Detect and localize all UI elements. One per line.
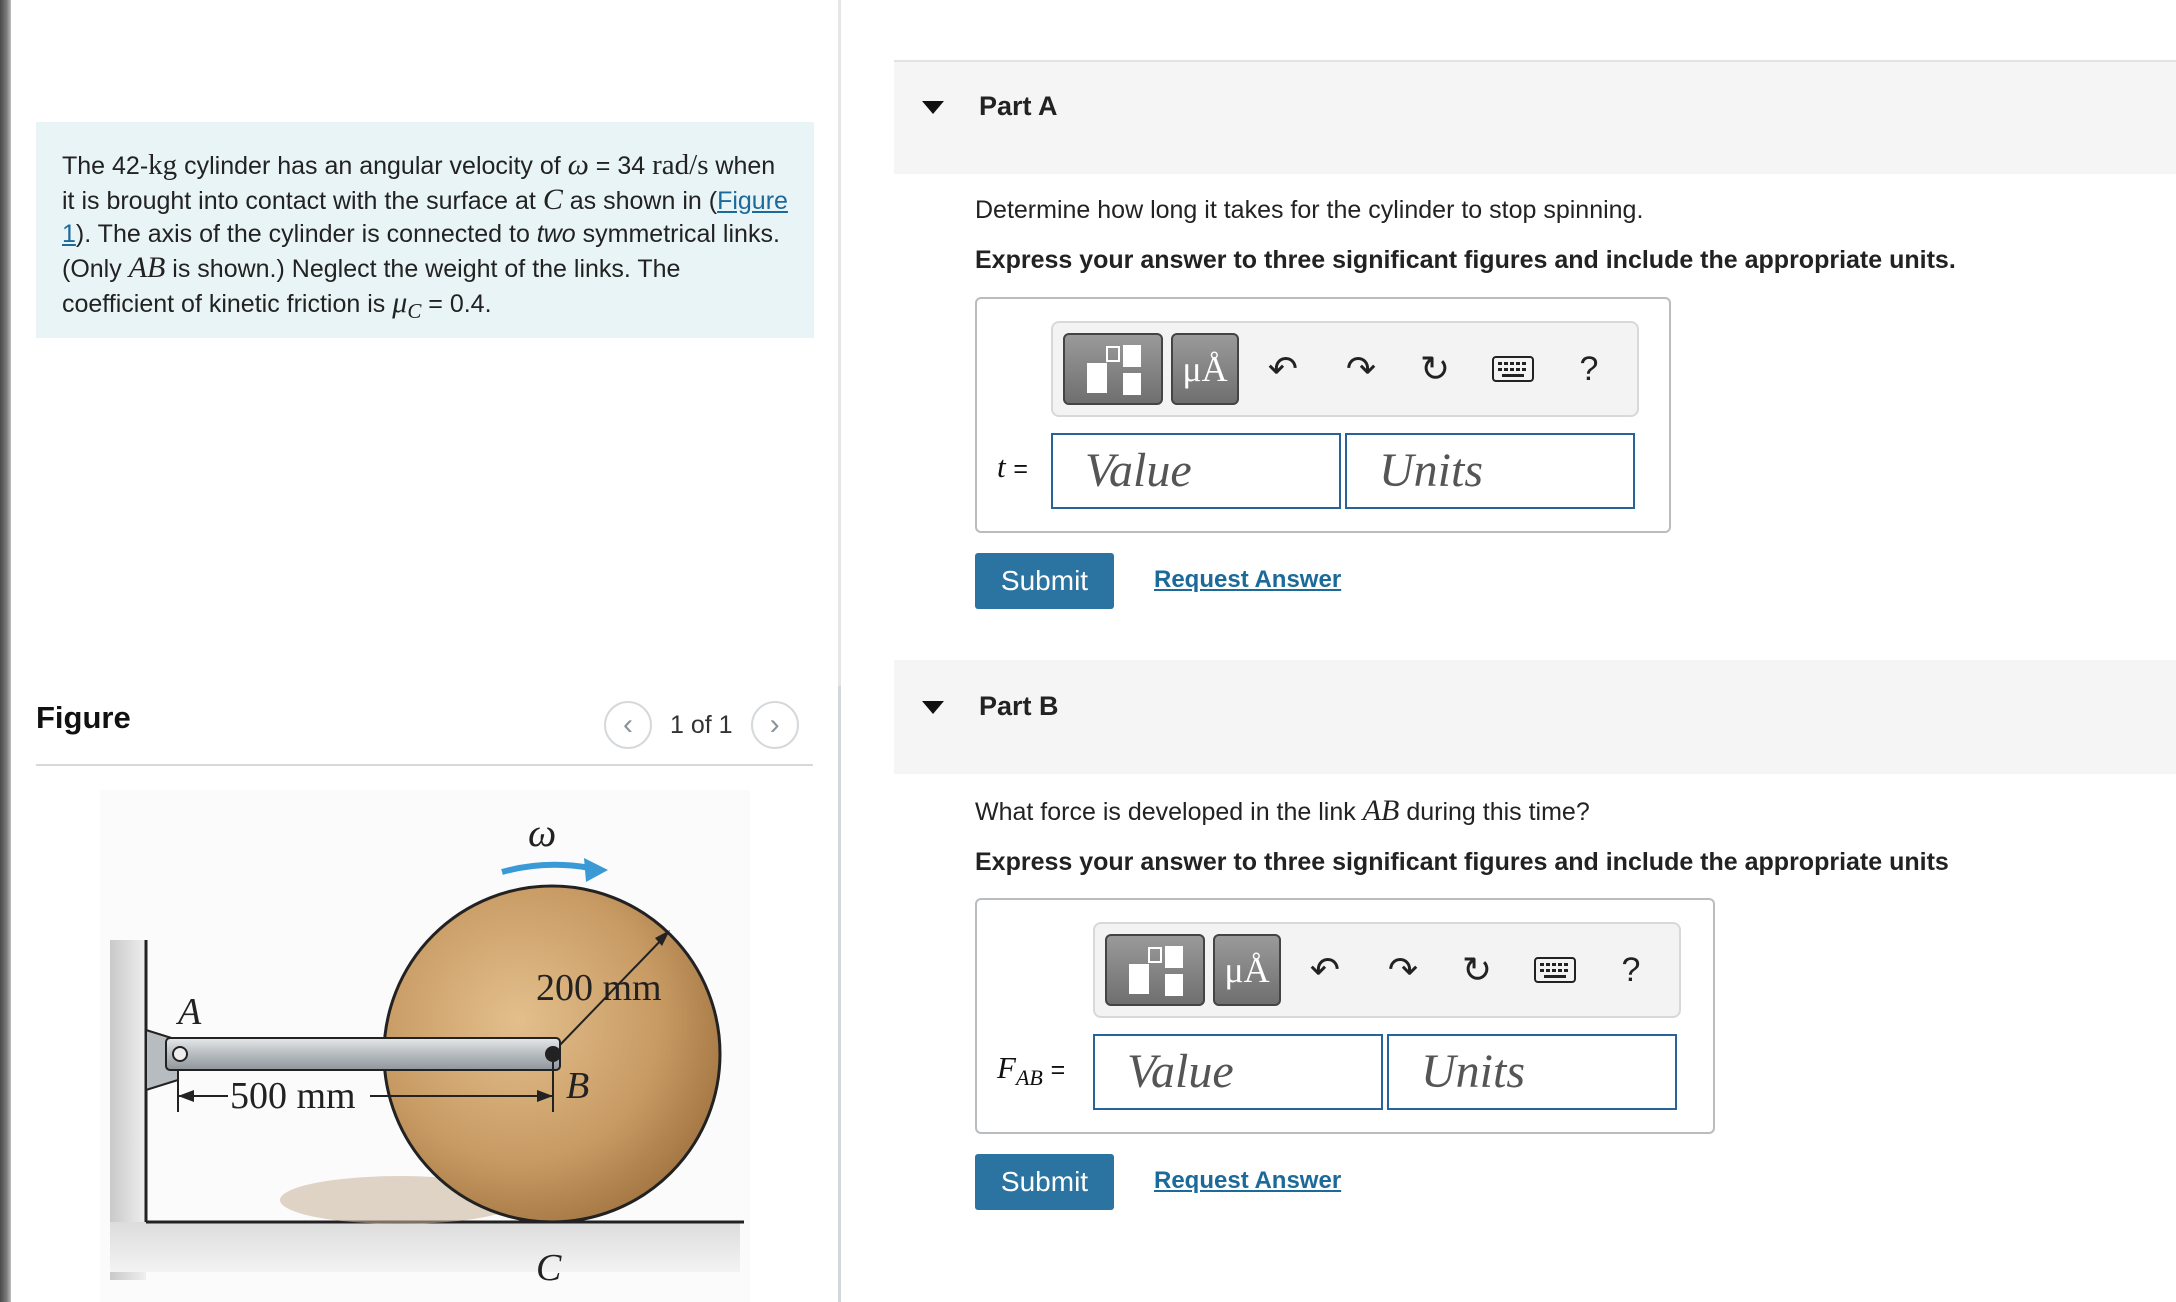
part-a-answer-box: μÅ ↶ ↷ ↻ ? t = Value Units	[975, 297, 1671, 533]
redo-icon[interactable]: ↷	[1335, 343, 1387, 395]
reset-icon[interactable]: ↻	[1409, 343, 1461, 395]
part-b-variable-label: FAB =	[997, 1050, 1066, 1091]
part-a-question: Determine how long it takes for the cyli…	[975, 196, 1644, 224]
templates-button[interactable]	[1063, 333, 1163, 405]
keyboard-icon[interactable]	[1487, 343, 1539, 395]
part-a-title: Part A	[979, 91, 1058, 121]
link-ab	[165, 1037, 561, 1071]
part-b-instruction: Express your answer to three significant…	[975, 848, 1949, 876]
label-b: B	[566, 1065, 589, 1107]
help-button[interactable]: ?	[1605, 944, 1657, 996]
part-b-request-answer-link[interactable]: Request Answer	[1154, 1167, 1341, 1195]
part-b-answer-box: μÅ ↶ ↷ ↻ ? FAB = Value Units	[975, 898, 1715, 1134]
caret-down-icon[interactable]	[922, 101, 944, 114]
part-b-value-input[interactable]: Value	[1093, 1034, 1383, 1110]
help-button[interactable]: ?	[1563, 343, 1615, 395]
part-a-request-answer-link[interactable]: Request Answer	[1154, 566, 1341, 594]
undo-icon[interactable]: ↶	[1257, 343, 1309, 395]
part-b-toolbar: μÅ ↶ ↷ ↻ ?	[1093, 922, 1681, 1018]
label-omega: ω	[528, 810, 556, 855]
part-a-toolbar: μÅ ↶ ↷ ↻ ?	[1051, 321, 1639, 417]
part-b-submit-button[interactable]: Submit	[975, 1154, 1114, 1210]
part-a-units-input[interactable]: Units	[1345, 433, 1635, 509]
figure-count: 1 of 1	[670, 710, 733, 739]
problem-statement: The 42-kg cylinder has an angular veloci…	[36, 122, 814, 338]
figure-title: Figure	[36, 700, 131, 735]
part-b-title: Part B	[979, 691, 1059, 721]
reset-icon[interactable]: ↻	[1451, 944, 1503, 996]
caret-down-icon[interactable]	[922, 701, 944, 714]
background-window-edge	[0, 0, 11, 1302]
part-a-instruction: Express your answer to three significant…	[975, 246, 1956, 274]
part-b-units-input[interactable]: Units	[1387, 1034, 1677, 1110]
templates-icon	[1087, 345, 1141, 395]
figure-divider	[36, 764, 813, 766]
redo-icon[interactable]: ↷	[1377, 944, 1429, 996]
pin-b	[545, 1046, 561, 1062]
keyboard-icon[interactable]	[1529, 944, 1581, 996]
part-b-question: What force is developed in the link AB d…	[975, 794, 1590, 827]
part-a-header[interactable]: Part A	[894, 60, 2176, 174]
undo-icon[interactable]: ↶	[1299, 944, 1351, 996]
units-button[interactable]: μÅ	[1171, 333, 1239, 405]
figure-pager: ‹ 1 of 1 ›	[604, 701, 799, 749]
part-a-value-input[interactable]: Value	[1051, 433, 1341, 509]
label-length: 500 mm	[230, 1075, 356, 1117]
label-radius: 200 mm	[536, 967, 662, 1009]
pin-a	[172, 1046, 188, 1062]
label-c: C	[536, 1247, 562, 1289]
floor	[110, 1222, 740, 1272]
part-b-header[interactable]: Part B	[894, 660, 2176, 774]
chevron-left-icon[interactable]: ‹	[604, 701, 652, 749]
templates-icon	[1129, 946, 1183, 996]
units-button[interactable]: μÅ	[1213, 934, 1281, 1006]
panel-divider-lower	[838, 686, 841, 1302]
part-a-variable-label: t =	[997, 449, 1028, 484]
chevron-right-icon[interactable]: ›	[750, 701, 799, 749]
part-a-submit-button[interactable]: Submit	[975, 553, 1114, 609]
templates-button[interactable]	[1105, 934, 1205, 1006]
label-a: A	[175, 991, 202, 1033]
cylinder-figure: ω A 200 mm 500 mm B C	[100, 790, 750, 1302]
